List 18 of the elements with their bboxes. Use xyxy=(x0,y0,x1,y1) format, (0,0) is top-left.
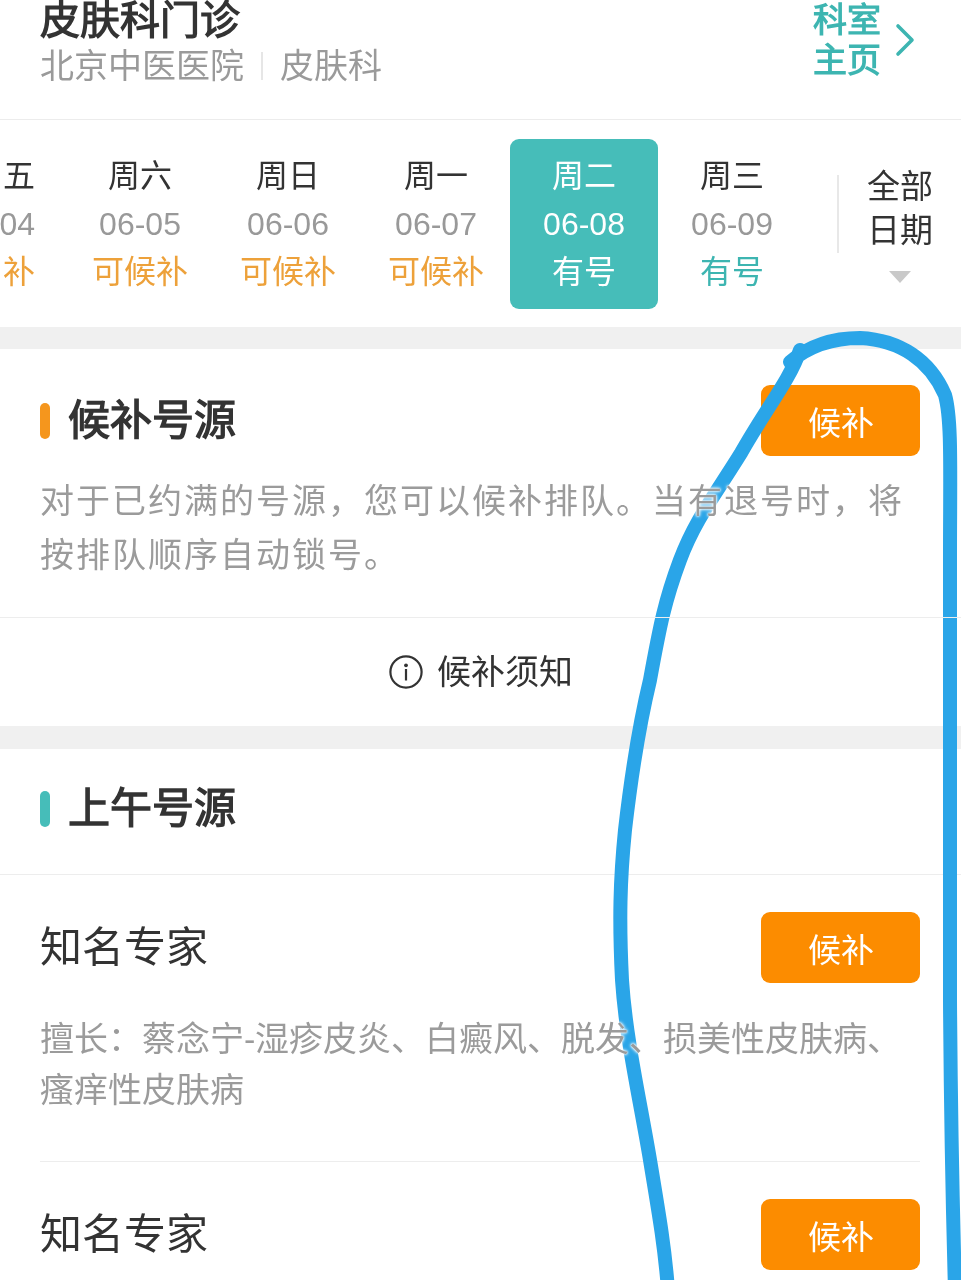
department-name: 皮肤科 xyxy=(280,46,382,86)
section-marker-icon xyxy=(40,402,50,439)
chevron-right-icon xyxy=(895,23,915,57)
date-tab[interactable]: 周三 06-09 有号 xyxy=(658,138,806,309)
info-icon xyxy=(388,655,423,689)
hospital-name: 北京中医医院 xyxy=(40,46,244,86)
date-tab[interactable]: 周一 06-07 可候补 xyxy=(362,138,510,309)
doctor-title: 知名专家 xyxy=(40,1209,208,1260)
doctor-title: 知名专家 xyxy=(40,922,208,973)
section-marker-icon xyxy=(40,791,50,827)
date-tab[interactable]: 周日 06-06 可候补 xyxy=(214,138,362,309)
date-tab[interactable]: 五 04 补 xyxy=(0,138,66,309)
all-dates-button[interactable]: 全部日期 xyxy=(839,164,961,283)
section-title: 上午号源 xyxy=(68,787,236,831)
section-title: 候补号源 xyxy=(68,398,236,443)
waitlist-notice-link[interactable]: 候补须知 xyxy=(388,652,573,692)
date-tab[interactable]: 周六 06-05 可候补 xyxy=(66,138,214,309)
caret-down-icon xyxy=(889,270,911,283)
